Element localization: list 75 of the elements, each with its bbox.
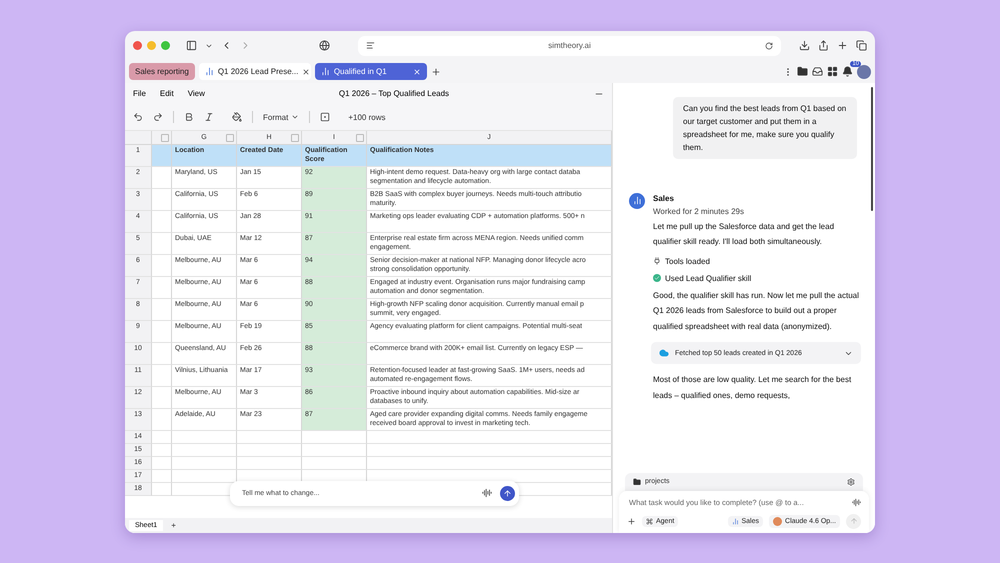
- bar-chart-icon: [320, 67, 330, 76]
- table-cell: [172, 456, 237, 470]
- column-title: [152, 144, 172, 166]
- add-rows-button[interactable]: +100 rows: [348, 112, 386, 122]
- table-cell: [152, 482, 172, 496]
- skill-status: Used Lead Qualifier skill: [665, 272, 752, 284]
- globe-icon[interactable]: [319, 40, 330, 51]
- sidebar-icon[interactable]: [186, 40, 197, 51]
- address-bar[interactable]: simtheory.ai: [358, 36, 781, 56]
- agent-message: Most of those are low quality. Let me search for the best leads – qualified ones, demo requests,: [653, 374, 852, 402]
- bold-icon[interactable]: [184, 112, 194, 122]
- add-tab-icon[interactable]: [430, 66, 441, 76]
- arrow-up-icon: [503, 488, 512, 498]
- table-cell: [172, 444, 237, 456]
- table-cell: [302, 430, 367, 444]
- reload-icon[interactable]: [765, 42, 773, 50]
- format-dropdown[interactable]: Format: [263, 112, 300, 122]
- inbox-icon[interactable]: [812, 66, 823, 77]
- add-icon[interactable]: [627, 516, 636, 526]
- table-cell: [302, 456, 367, 470]
- menu-item[interactable]: View: [188, 89, 205, 98]
- italic-icon[interactable]: [204, 112, 214, 122]
- arrow-up-icon: [850, 517, 858, 525]
- send-button[interactable]: [500, 486, 515, 500]
- browser-tab[interactable]: Qualified in Q1: [314, 63, 427, 80]
- table-cell: [152, 430, 172, 444]
- table-cell: [152, 456, 172, 470]
- fill-color-icon[interactable]: [232, 112, 242, 122]
- add-sheet-button[interactable]: +: [171, 520, 176, 530]
- plug-icon: [653, 257, 661, 265]
- bar-chart-icon: [204, 67, 214, 76]
- address-text: simtheory.ai: [548, 41, 591, 50]
- avatar[interactable]: [857, 64, 871, 78]
- cell-icon[interactable]: [320, 112, 330, 122]
- agent-message: Good, the qualifier skill has run. Now let me pull the actual Q1 2026 leads from Salesforce to build out a proper qualified spreadsheet with real data (anonymized).: [653, 290, 860, 333]
- voice-icon[interactable]: [482, 488, 492, 498]
- table-cell: [237, 444, 302, 456]
- table-cell: [152, 470, 172, 482]
- undo-icon[interactable]: [133, 112, 143, 122]
- table-cell: [302, 444, 367, 456]
- cloud-icon: [659, 348, 669, 358]
- close-window-button[interactable]: [133, 41, 142, 50]
- agent-avatar-icon: [629, 192, 645, 208]
- menu-item[interactable]: Edit: [160, 89, 174, 98]
- settings-icon[interactable]: [847, 478, 855, 486]
- folder-icon: [633, 478, 641, 486]
- sheet-title: Q1 2026 – Top Qualified Leads: [338, 89, 450, 98]
- close-icon[interactable]: [302, 68, 310, 76]
- download-icon[interactable]: [799, 40, 810, 51]
- model-logo-icon: [773, 516, 782, 526]
- work-duration: Worked for 2 minutes 29s: [653, 206, 746, 218]
- bell-icon[interactable]: [842, 66, 853, 77]
- chevron-down-icon: [291, 113, 300, 121]
- bar-chart-icon: [732, 518, 738, 524]
- command-icon: [646, 518, 653, 524]
- tabs-overview-icon[interactable]: [856, 40, 867, 51]
- table-cell: [152, 444, 172, 456]
- share-icon[interactable]: [818, 40, 829, 51]
- agent-name: Sales: [653, 192, 675, 204]
- table-cell: [237, 430, 302, 444]
- new-tab-icon[interactable]: [837, 40, 848, 51]
- page-icon: [366, 41, 375, 50]
- user-message: Can you find the best leads from Q1 based on our target customer and put them in a spreadsheet for me, make sure you qualify them.: [673, 96, 857, 158]
- table-cell: [172, 430, 237, 444]
- tool-status: Tools loaded: [665, 256, 710, 268]
- folder-icon[interactable]: [797, 66, 808, 77]
- agent-message: Let me pull up the Salesforce data and get the lead qualifier skill ready. I'll load both simultaneously.: [653, 220, 836, 248]
- browser-tab[interactable]: Q1 2026 Lead Prese...: [198, 63, 311, 80]
- voice-icon[interactable]: [852, 498, 861, 506]
- menu-item[interactable]: File: [133, 89, 146, 98]
- grid-icon[interactable]: [827, 66, 838, 77]
- redo-icon[interactable]: [153, 112, 163, 122]
- table-cell: [237, 456, 302, 470]
- check-icon: [653, 274, 661, 282]
- tab-group-label[interactable]: Sales reporting: [129, 63, 195, 80]
